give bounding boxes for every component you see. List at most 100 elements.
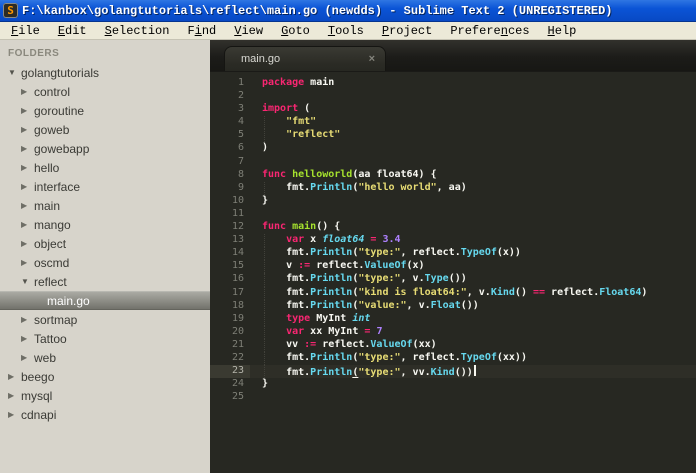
menu-item-file[interactable]: File: [2, 24, 49, 38]
code-line-9[interactable]: 9 fmt.Println("hello world", aa): [210, 181, 696, 195]
tree-item-label: object: [34, 236, 67, 251]
tab-main-go[interactable]: main.go ×: [224, 46, 386, 71]
tree-item-oscmd[interactable]: ▶ oscmd: [0, 253, 210, 272]
tree-item-beego[interactable]: ▶ beego: [0, 367, 210, 386]
menu-bar: File Edit Selection Find View Goto Tools Projec…: [0, 22, 696, 40]
tree-item-web[interactable]: ▶ web: [0, 348, 210, 367]
line-number: 15: [231, 260, 244, 272]
folder-collapsed-arrow-icon[interactable]: ▶: [21, 353, 34, 362]
menu-item-preferences[interactable]: Preferences: [441, 24, 538, 38]
tree-item-goroutine[interactable]: ▶ goroutine: [0, 101, 210, 120]
code-line-11[interactable]: 11: [210, 208, 696, 221]
code-line-17[interactable]: 17 fmt.Println("kind is float64:", v.Kin…: [210, 286, 696, 300]
code-line-15[interactable]: 15 v := reflect.ValueOf(x): [210, 260, 696, 274]
code-line-5[interactable]: 5 "reflect": [210, 129, 696, 143]
menu-item-find[interactable]: Find: [178, 24, 225, 38]
line-text: type MyInt int: [286, 312, 371, 324]
menu-item-goto[interactable]: Goto: [272, 24, 319, 38]
folder-collapsed-arrow-icon[interactable]: ▶: [21, 87, 34, 96]
folder-expanded-arrow-icon[interactable]: ▼: [8, 68, 21, 77]
menu-item-project[interactable]: Project: [373, 24, 441, 38]
line-number: 10: [231, 194, 244, 206]
folder-collapsed-arrow-icon[interactable]: ▶: [21, 106, 34, 115]
folder-collapsed-arrow-icon[interactable]: ▶: [21, 163, 34, 172]
folder-collapsed-arrow-icon[interactable]: ▶: [21, 258, 34, 267]
line-number: 23: [210, 365, 250, 379]
code-line-21[interactable]: 21 vv := reflect.ValueOf(xx): [210, 338, 696, 353]
code-line-25[interactable]: 25: [210, 391, 696, 404]
folder-collapsed-arrow-icon[interactable]: ▶: [21, 334, 34, 343]
tree-item-golangtutorials[interactable]: ▼ golangtutorials: [0, 63, 210, 82]
tree-item-tattoo[interactable]: ▶ Tattoo: [0, 329, 210, 348]
sublime-text-app-icon[interactable]: S: [3, 3, 18, 18]
menu-item-edit[interactable]: Edit: [49, 24, 96, 38]
tree-item-label: web: [34, 350, 57, 365]
tree-item-sortmap[interactable]: ▶ sortmap: [0, 310, 210, 329]
tab-close-icon[interactable]: ×: [369, 53, 375, 65]
tree-item-reflect[interactable]: ▼ reflect: [0, 272, 210, 291]
code-line-16[interactable]: 16 fmt.Println("type:", v.Type()): [210, 273, 696, 287]
menu-item-selection[interactable]: Selection: [96, 24, 179, 38]
line-number: 5: [237, 129, 244, 141]
folder-collapsed-arrow-icon[interactable]: ▶: [21, 125, 34, 134]
tree-item-mysql[interactable]: ▶ mysql: [0, 386, 210, 405]
folder-collapsed-arrow-icon[interactable]: ▶: [21, 315, 34, 324]
folder-collapsed-arrow-icon[interactable]: ▶: [21, 144, 34, 153]
code-line-7[interactable]: 7: [210, 156, 696, 169]
tree-item-hello[interactable]: ▶ hello: [0, 158, 210, 177]
line-number: 1: [237, 77, 244, 88]
code-line-4[interactable]: 4 "fmt": [210, 116, 696, 130]
code-area[interactable]: 1 package main 2 3 import (4 "fmt" 5 "reflect…: [210, 72, 696, 473]
folder-collapsed-arrow-icon[interactable]: ▶: [8, 391, 21, 400]
tree-item-gowebapp[interactable]: ▶ gowebapp: [0, 139, 210, 158]
line-text: fmt.Println("type:", v.Type()): [262, 273, 467, 285]
line-number: 19: [231, 312, 244, 324]
code-line-1[interactable]: 1 package main: [210, 77, 696, 90]
code-line-24[interactable]: 24}: [210, 378, 696, 391]
code-line-6[interactable]: 6): [210, 142, 696, 155]
folder-expanded-arrow-icon[interactable]: ▼: [21, 277, 34, 286]
folder-collapsed-arrow-icon[interactable]: ▶: [21, 220, 34, 229]
code-line-19[interactable]: 19 type MyInt int: [210, 312, 696, 326]
line-number: 20: [231, 325, 244, 337]
menu-item-view[interactable]: View: [225, 24, 272, 38]
code-line-18[interactable]: 18 fmt.Println("value:", v.Float()): [210, 299, 696, 313]
code-line-22[interactable]: 22 fmt.Println("type:", reflect.TypeOf(x…: [210, 351, 696, 366]
code-line-12[interactable]: 12 func main() {: [210, 221, 696, 234]
line-number: 25: [231, 391, 244, 403]
code-line-23[interactable]: 23 fmt.Println("type:", vv.Kind()): [210, 365, 696, 379]
code-line-8[interactable]: 8 func helloworld(aa float64) {: [210, 169, 696, 182]
line-text: func main() {: [262, 221, 341, 233]
line-number: 14: [231, 247, 244, 259]
folder-collapsed-arrow-icon[interactable]: ▶: [21, 182, 34, 191]
folder-collapsed-arrow-icon[interactable]: ▶: [21, 239, 34, 248]
tree-item-goweb[interactable]: ▶ goweb: [0, 120, 210, 139]
tree-item-label: goweb: [34, 122, 70, 137]
tree-item-mango[interactable]: ▶ mango: [0, 215, 210, 234]
folder-collapsed-arrow-icon[interactable]: ▶: [8, 372, 21, 381]
tree-item-label: gowebapp: [34, 141, 90, 156]
line-number: 6: [237, 142, 244, 154]
tree-item-main-go[interactable]: main.go: [0, 291, 210, 310]
menu-item-tools[interactable]: Tools: [319, 24, 373, 38]
line-number: 24: [231, 378, 244, 390]
line-text: [250, 391, 262, 404]
line-number: 7: [237, 155, 244, 167]
folder-collapsed-arrow-icon[interactable]: ▶: [8, 410, 21, 419]
line-number: 12: [231, 221, 244, 233]
code-line-20[interactable]: 20 var xx MyInt = 7: [210, 325, 696, 339]
tree-item-main[interactable]: ▶ main: [0, 196, 210, 215]
tree-item-cdnapi[interactable]: ▶ cdnapi: [0, 405, 210, 424]
code-line-13[interactable]: 13 var x float64 = 3.4: [210, 234, 696, 248]
code-line-14[interactable]: 14 fmt.Println("type:", reflect.TypeOf(x…: [210, 247, 696, 261]
tree-item-control[interactable]: ▶ control: [0, 82, 210, 101]
folder-collapsed-arrow-icon[interactable]: ▶: [21, 201, 34, 210]
code-line-10[interactable]: 10}: [210, 195, 696, 208]
code-line-3[interactable]: 3 import (: [210, 103, 696, 116]
menu-item-help[interactable]: Help: [539, 24, 586, 38]
tree-item-object[interactable]: ▶ object: [0, 234, 210, 253]
tree-item-interface[interactable]: ▶ interface: [0, 177, 210, 196]
code-line-2[interactable]: 2: [210, 90, 696, 103]
line-text: fmt.Println("type:", reflect.TypeOf(x)): [262, 247, 521, 259]
text-cursor: [473, 365, 476, 377]
